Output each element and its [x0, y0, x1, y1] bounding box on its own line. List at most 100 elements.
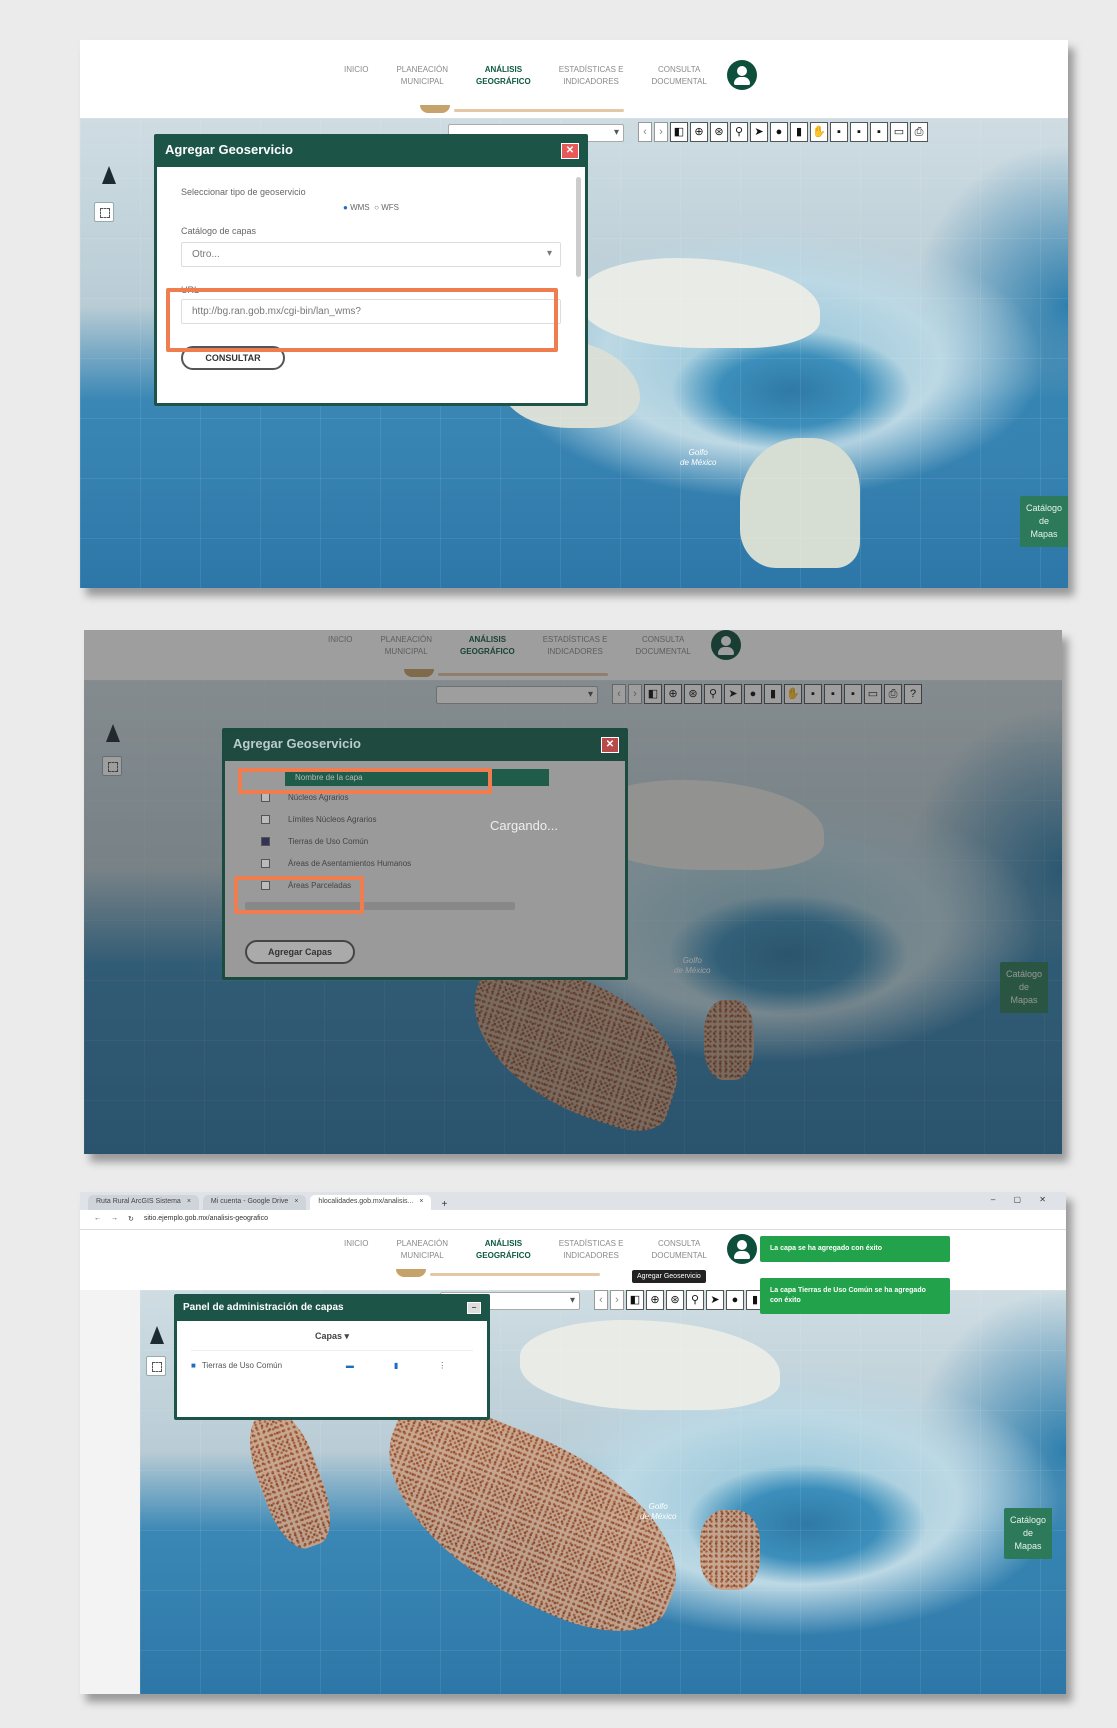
info-icon[interactable]: ●: [770, 122, 788, 142]
catalog-label: Catálogo de capas: [181, 226, 257, 236]
full-extent-icon[interactable]: [146, 1356, 166, 1376]
dialog-title-text: Agregar Geoservicio: [233, 736, 361, 751]
close-icon[interactable]: ✕: [561, 143, 579, 159]
full-extent-icon[interactable]: [94, 202, 114, 222]
screenshot-select-layers: INICIO PLANEACIÓN MUNICIPAL ANÁLISIS GEO…: [84, 630, 1062, 1154]
map-toolbar: ‹ › ◧ ⊕ ⊛ ⚲ ➤ ● ▮ ✋ ▪ ▪ ▪ ▭ ⎙: [638, 122, 928, 142]
nav-consulta[interactable]: CONSULTA DOCUMENTAL: [637, 1238, 720, 1262]
screenshot-add-geoservice: INICIO PLANEACIÓN MUNICIPAL ANÁLISIS GEO…: [80, 40, 1068, 588]
layer-highlight: [238, 768, 492, 794]
zoom-in-icon[interactable]: ▪: [830, 122, 848, 142]
browser-tab-label: Mi cuenta - Google Drive: [210, 1198, 289, 1205]
browser-tab[interactable]: Mi cuenta - Google Drive ×: [202, 1195, 307, 1210]
nav-estadisticas[interactable]: ESTADÍSTICAS E INDICADORES: [545, 1238, 638, 1262]
globe-icon[interactable]: ⊕: [690, 122, 708, 142]
site-header: INICIO PLANEACIÓN MUNICIPAL ANÁLISIS GEO…: [80, 40, 1068, 118]
catalog-button[interactable]: Catálogo de Mapas: [1019, 496, 1068, 547]
print-icon[interactable]: ▭: [890, 122, 908, 142]
tooltip: Agregar Geoservicio: [632, 1270, 706, 1283]
new-tab-icon[interactable]: +: [435, 1199, 453, 1210]
layers-dropdown[interactable]: Capas ▾: [191, 1331, 473, 1351]
dialog-title-text: Agregar Geoservicio: [165, 142, 293, 157]
layer-name: Límites Núcleos Agrarios: [288, 814, 377, 824]
layer-checkbox[interactable]: ■: [191, 1361, 196, 1370]
minimize-icon[interactable]: −: [467, 1302, 481, 1314]
dialog-title: Agregar Geoservicio ✕: [157, 137, 585, 167]
user-icon[interactable]: [726, 1234, 757, 1264]
add-service-icon[interactable]: ⊛: [666, 1290, 684, 1310]
layer-checkbox[interactable]: [261, 814, 270, 824]
nav-analisis[interactable]: ANÁLISIS GEOGRÁFICO: [462, 1238, 545, 1262]
layer-row[interactable]: Tierras de Uso Común: [245, 830, 605, 852]
layer-name: Áreas de Asentamientos Humanos: [288, 858, 412, 868]
layer-checkbox[interactable]: [261, 858, 270, 868]
browser-tab[interactable]: Ruta Rural ArcGIS Sistema ×: [88, 1195, 199, 1210]
nav-analisis[interactable]: ANÁLISIS GEOGRÁFICO: [462, 64, 545, 88]
catalog-select[interactable]: Otro... ▾: [181, 242, 561, 267]
user-icon[interactable]: [726, 60, 757, 90]
info-icon[interactable]: ●: [726, 1290, 744, 1310]
chevron-down-icon: ▾: [344, 1331, 350, 1341]
forward-icon[interactable]: →: [111, 1215, 118, 1224]
browser-tab-label: Ruta Rural ArcGIS Sistema: [96, 1198, 181, 1205]
main-nav: INICIO PLANEACIÓN MUNICIPAL ANÁLISIS GEO…: [330, 1234, 757, 1264]
prev-icon[interactable]: ‹: [594, 1290, 608, 1310]
chevron-down-icon: ▾: [546, 248, 552, 259]
radio-wfs[interactable]: ○: [374, 203, 379, 212]
nav-estadisticas[interactable]: ESTADÍSTICAS E INDICADORES: [545, 64, 638, 88]
pointer-icon[interactable]: ➤: [706, 1290, 724, 1310]
layers-icon[interactable]: ◧: [670, 122, 688, 142]
add-layers-button[interactable]: Agregar Capas: [245, 940, 355, 964]
dialog-title: Agregar Geoservicio ✕: [225, 731, 625, 761]
screenshot-layer-admin: Ruta Rural ArcGIS Sistema × Mi cuenta - G…: [80, 1192, 1066, 1694]
prev-icon[interactable]: ‹: [638, 122, 652, 142]
layer-style-icon[interactable]: ▬: [346, 1361, 354, 1370]
radio-wfs-label: WFS: [381, 203, 399, 212]
person-icon[interactable]: ⚲: [730, 122, 748, 142]
close-icon[interactable]: ×: [187, 1198, 191, 1207]
gulf-label: Golfo de México: [640, 1502, 677, 1521]
reload-icon[interactable]: ↻: [128, 1215, 134, 1224]
close-icon[interactable]: ✕: [601, 737, 619, 753]
measure-icon[interactable]: ▪: [870, 122, 888, 142]
back-icon[interactable]: ←: [94, 1215, 101, 1224]
layer-row-label: Tierras de Uso Común: [201, 1361, 283, 1370]
trash-icon[interactable]: ▮: [790, 122, 808, 142]
export-icon[interactable]: ⎙: [910, 122, 928, 142]
nav-inicio[interactable]: INICIO: [330, 64, 382, 76]
close-icon[interactable]: ×: [419, 1198, 423, 1207]
next-icon[interactable]: ›: [610, 1290, 624, 1310]
layer-row: ■ Tierras de Uso Común ▬ ▮ ⋮: [191, 1361, 473, 1370]
catalog-select-value: Otro...: [192, 249, 220, 260]
layers-icon[interactable]: ◧: [626, 1290, 644, 1310]
dialog-scrollbar[interactable]: [576, 177, 581, 277]
radio-wms[interactable]: ●: [343, 203, 348, 212]
zoom-out-icon[interactable]: ▪: [850, 122, 868, 142]
more-icon[interactable]: ⋮: [438, 1361, 446, 1370]
url-text[interactable]: sitio.ejemplo.gob.mx/analisis-geografico: [144, 1215, 268, 1224]
nav-inicio[interactable]: INICIO: [330, 1238, 382, 1250]
catalog-button[interactable]: Catálogo de Mapas: [1003, 1508, 1052, 1559]
nav-planeacion[interactable]: PLANEACIÓN MUNICIPAL: [382, 64, 462, 88]
window-controls[interactable]: ‒ ▢ ✕: [991, 1195, 1054, 1204]
person-icon[interactable]: ⚲: [686, 1290, 704, 1310]
next-icon[interactable]: ›: [654, 122, 668, 142]
add-service-icon[interactable]: ⊛: [710, 122, 728, 142]
browser-tab-active[interactable]: hlocalidades.gob.mx/analisis... ×: [310, 1195, 432, 1210]
main-nav: INICIO PLANEACIÓN MUNICIPAL ANÁLISIS GEO…: [330, 60, 757, 90]
close-icon[interactable]: ×: [294, 1198, 298, 1207]
trash-icon[interactable]: ▮: [394, 1361, 398, 1370]
globe-icon[interactable]: ⊕: [646, 1290, 664, 1310]
nav-planeacion[interactable]: PLANEACIÓN MUNICIPAL: [382, 1238, 462, 1262]
nav-consulta[interactable]: CONSULTA DOCUMENTAL: [637, 64, 720, 88]
layer-checkbox[interactable]: [261, 836, 270, 846]
success-toast[interactable]: La capa Tierras de Uso Común se ha agreg…: [760, 1278, 950, 1314]
pointer-icon[interactable]: ➤: [750, 122, 768, 142]
hand-icon[interactable]: ✋: [810, 122, 828, 142]
layer-row[interactable]: Áreas de Asentamientos Humanos: [245, 852, 605, 874]
add-geoservice-dialog: Agregar Geoservicio ✕ Seleccionar tipo d…: [154, 134, 588, 406]
success-toast[interactable]: La capa se ha agregado con éxito: [760, 1236, 950, 1262]
add-geoservice-dialog: Agregar Geoservicio ✕ Nombre de la capa …: [222, 728, 628, 980]
layer-admin-panel: Panel de administración de capas − Capas…: [174, 1294, 490, 1420]
layer-name: Tierras de Uso Común: [288, 836, 369, 846]
